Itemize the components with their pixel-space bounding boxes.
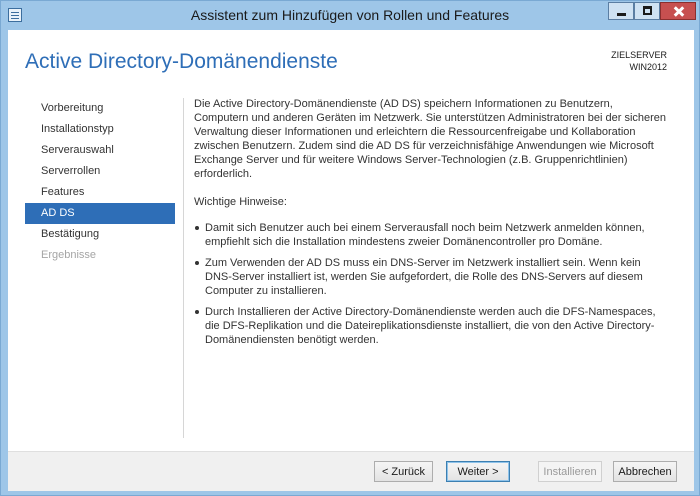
target-server-label: ZIELSERVER bbox=[611, 50, 667, 60]
intro-paragraph: Die Active Directory-Domänendienste (AD … bbox=[194, 98, 667, 180]
nav-item-serverrollen[interactable]: Serverrollen bbox=[25, 161, 175, 182]
minimize-button[interactable] bbox=[608, 2, 634, 20]
back-button[interactable]: < Zurück bbox=[374, 461, 433, 482]
title-bar[interactable]: Assistent zum Hinzufügen von Rollen und … bbox=[1, 1, 699, 30]
page-title: Active Directory-Domänendienste bbox=[25, 50, 338, 73]
wizard-nav: Vorbereitung Installationstyp Serverausw… bbox=[25, 98, 175, 266]
window-title: Assistent zum Hinzufügen von Rollen und … bbox=[190, 7, 510, 23]
nav-item-bestaetigung[interactable]: Bestätigung bbox=[25, 224, 175, 245]
nav-item-ad-ds[interactable]: AD DS bbox=[25, 203, 175, 224]
close-button[interactable] bbox=[660, 2, 696, 20]
next-button[interactable]: Weiter > bbox=[446, 461, 510, 482]
content-pane: Die Active Directory-Domänendienste (AD … bbox=[194, 97, 670, 354]
notes-heading: Wichtige Hinweise: bbox=[194, 196, 287, 208]
install-button: Installieren bbox=[538, 461, 602, 482]
wizard-window: Assistent zum Hinzufügen von Rollen und … bbox=[0, 0, 700, 496]
nav-divider bbox=[183, 98, 184, 438]
nav-item-ergebnisse: Ergebnisse bbox=[41, 249, 97, 261]
wizard-client-area: Active Directory-Domänendienste ZIELSERV… bbox=[8, 30, 694, 491]
target-server-name: WIN2012 bbox=[629, 62, 667, 72]
list-item: Zum Verwenden der AD DS muss ein DNS-Ser… bbox=[194, 256, 670, 298]
list-item: Damit sich Benutzer auch bei einem Serve… bbox=[194, 221, 670, 249]
nav-item-serverauswahl[interactable]: Serverauswahl bbox=[25, 140, 175, 161]
maximize-button[interactable] bbox=[634, 2, 660, 20]
nav-item-vorbereitung[interactable]: Vorbereitung bbox=[25, 98, 175, 119]
cancel-button[interactable]: Abbrechen bbox=[613, 461, 677, 482]
target-server-info: ZIELSERVER WIN2012 bbox=[611, 49, 667, 73]
list-item: Durch Installieren der Active Directory-… bbox=[194, 305, 670, 347]
nav-item-features[interactable]: Features bbox=[25, 182, 175, 203]
button-bar: < Zurück Weiter > Installieren Abbrechen bbox=[8, 451, 694, 491]
nav-item-installationstyp[interactable]: Installationstyp bbox=[25, 119, 175, 140]
notes-list: Damit sich Benutzer auch bei einem Serve… bbox=[194, 221, 670, 347]
